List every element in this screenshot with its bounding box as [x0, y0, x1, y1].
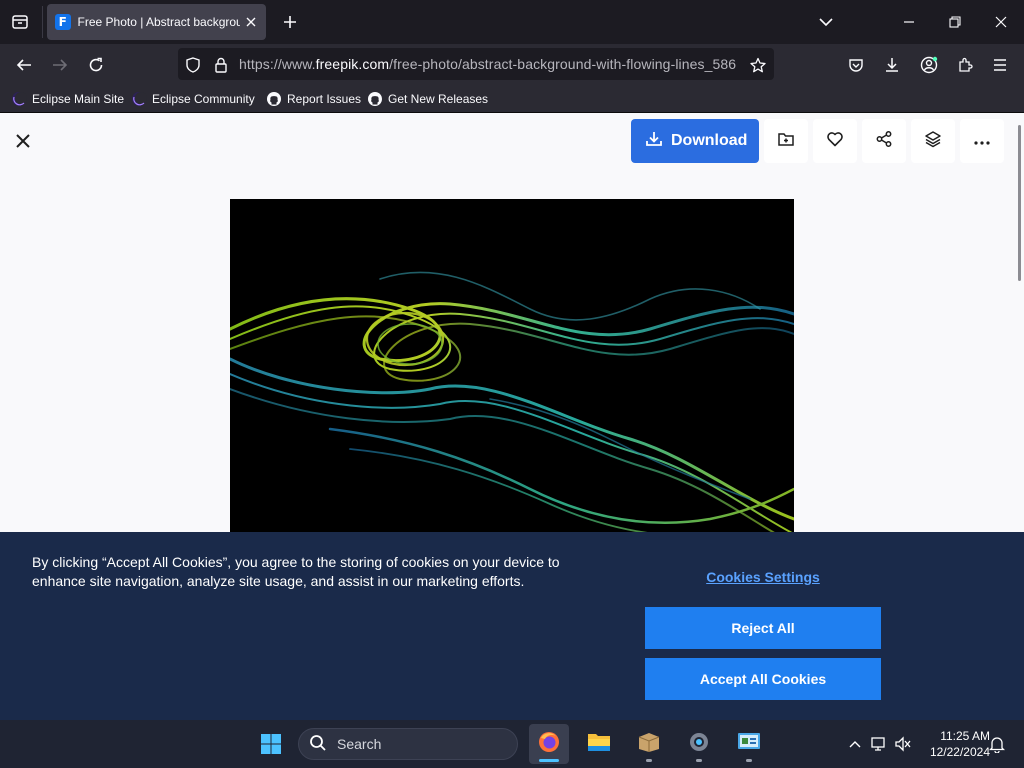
taskbar-archive-app[interactable]: [629, 724, 669, 764]
mockup-button[interactable]: [911, 119, 955, 163]
freepik-favicon-icon: F: [55, 14, 71, 30]
add-to-collection-button[interactable]: [764, 119, 808, 163]
heart-icon: [826, 130, 844, 153]
like-button[interactable]: [813, 119, 857, 163]
eclipse-icon: [131, 91, 147, 107]
taskbar-search-box[interactable]: Search: [298, 728, 518, 760]
extensions-icon[interactable]: [952, 52, 978, 78]
lock-icon[interactable]: [212, 56, 230, 74]
minimize-icon[interactable]: [897, 10, 921, 34]
url-text[interactable]: https://www.freepik.com/free-photo/abstr…: [239, 56, 739, 74]
bookmark-eclipse-main-site[interactable]: Eclipse Main Site: [11, 90, 124, 108]
taskbar-firefox[interactable]: [529, 724, 569, 764]
more-icon: [974, 132, 990, 150]
download-icon: [645, 130, 663, 153]
search-placeholder: Search: [337, 736, 382, 752]
taskbar-settings[interactable]: [679, 724, 719, 764]
running-indicator: [696, 759, 702, 762]
volume-muted-icon[interactable]: [893, 734, 913, 754]
bookmark-label: Eclipse Community: [152, 92, 255, 106]
bookmark-label: Report Issues: [287, 92, 362, 106]
url-prefix: https://www.: [239, 56, 316, 72]
bookmark-eclipse-community[interactable]: Eclipse Community: [131, 90, 255, 108]
bookmark-get-new-releases[interactable]: Get New Releases: [367, 90, 488, 108]
settings-icon: [687, 730, 711, 759]
more-options-button[interactable]: [960, 119, 1004, 163]
add-to-collection-icon: [777, 130, 795, 153]
bookmark-label: Get New Releases: [388, 92, 489, 106]
bookmark-star-icon[interactable]: [749, 56, 767, 74]
notification-bell-icon[interactable]: [987, 734, 1007, 754]
url-bar[interactable]: https://www.freepik.com/free-photo/abstr…: [178, 48, 774, 80]
firefox-icon: [537, 730, 561, 759]
active-indicator: [539, 759, 559, 762]
tab-close-icon[interactable]: [244, 15, 258, 29]
network-icon[interactable]: [869, 734, 889, 754]
system-clock[interactable]: 11:25 AM 12/22/2024: [914, 728, 990, 760]
taskbar-control-panel[interactable]: [729, 724, 769, 764]
download-label: Download: [671, 132, 748, 149]
eclipse-icon: [11, 91, 27, 107]
bookmarks-toolbar: Eclipse Main Site Eclipse Community Repo…: [0, 85, 1024, 113]
github-icon: [266, 91, 282, 107]
archive-app-icon: [637, 731, 661, 758]
abstract-flowing-lines-photo[interactable]: [230, 199, 794, 544]
tab-separator: [42, 6, 43, 38]
new-tab-icon[interactable]: [279, 11, 301, 33]
chevron-up-icon[interactable]: [845, 734, 865, 754]
share-button[interactable]: [862, 119, 906, 163]
windows-start-icon[interactable]: [251, 724, 291, 764]
page-scrollbar[interactable]: [1018, 125, 1021, 281]
cookies-settings-link[interactable]: Cookies Settings: [645, 569, 881, 585]
reject-all-button[interactable]: Reject All: [645, 607, 881, 649]
navigation-bar: https://www.freepik.com/free-photo/abstr…: [0, 44, 1024, 85]
github-icon: [367, 91, 383, 107]
close-icon[interactable]: [12, 130, 34, 152]
share-icon: [875, 130, 893, 153]
download-button[interactable]: Download: [631, 119, 759, 163]
accept-all-cookies-button[interactable]: Accept All Cookies: [645, 658, 881, 700]
downloads-icon[interactable]: [879, 52, 905, 78]
bookmark-report-issues[interactable]: Report Issues: [266, 90, 361, 108]
url-path: /free-photo/abstract-background-with-flo…: [389, 56, 737, 72]
clock-date: 12/22/2024: [929, 745, 990, 759]
cookie-consent-text: By clicking “Accept All Cookies”, you ag…: [32, 554, 560, 589]
forward-icon[interactable]: [47, 52, 73, 78]
windows-taskbar: Search 11:25 AM 12/22/2024: [0, 720, 1024, 768]
clock-time: 11:25 AM: [940, 729, 990, 743]
tab-list-icon[interactable]: [8, 10, 32, 34]
reload-icon[interactable]: [83, 52, 109, 78]
tab-title: Free Photo | Abstract background with fl…: [77, 15, 241, 29]
tab-bar: F Free Photo | Abstract background with …: [0, 0, 1024, 44]
window-close-icon[interactable]: [989, 10, 1013, 34]
restore-icon[interactable]: [943, 10, 967, 34]
file-explorer-icon: [587, 731, 611, 758]
taskbar-file-explorer[interactable]: [579, 724, 619, 764]
list-all-tabs-icon[interactable]: [814, 10, 838, 34]
account-icon[interactable]: [916, 52, 942, 78]
pocket-icon[interactable]: [843, 52, 869, 78]
search-icon: [309, 734, 327, 755]
menu-icon[interactable]: [987, 52, 1013, 78]
layers-icon: [924, 130, 942, 153]
running-indicator: [646, 759, 652, 762]
back-icon[interactable]: [11, 52, 37, 78]
tracking-protection-icon[interactable]: [184, 56, 202, 74]
control-panel-icon: [737, 731, 761, 758]
cookie-consent-banner: By clicking “Accept All Cookies”, you ag…: [0, 532, 1024, 720]
url-host: freepik.com: [315, 56, 390, 72]
running-indicator: [746, 759, 752, 762]
tab-freepik[interactable]: F Free Photo | Abstract background with …: [47, 4, 266, 40]
bookmark-label: Eclipse Main Site: [32, 92, 125, 106]
